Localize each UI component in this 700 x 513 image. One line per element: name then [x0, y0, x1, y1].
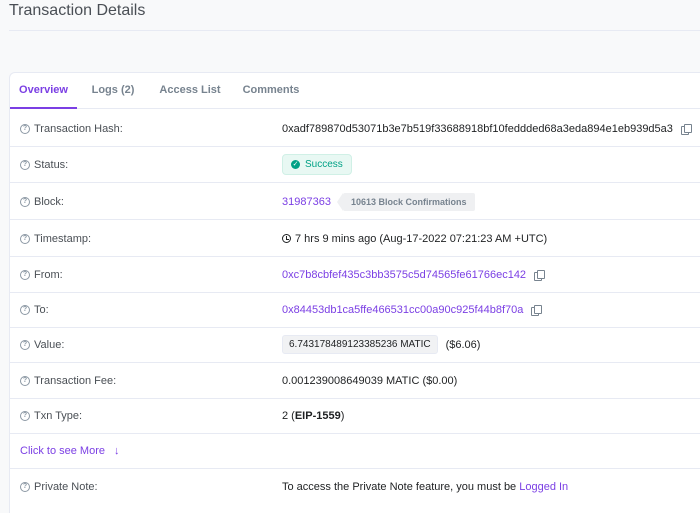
transaction-fee-value: 0.001239008649039 MATIC ($0.00) [282, 374, 458, 387]
transaction-hash-value: 0xadf789870d53071b3e7b519f33688918bf10fe… [282, 122, 673, 135]
value-usd: ($6.06) [445, 338, 481, 351]
help-icon[interactable]: ? [20, 304, 30, 315]
row-private-note: ? Private Note: To access the Private No… [10, 469, 700, 505]
title-divider [9, 30, 700, 31]
tab-bar: Overview Logs (2) Access List Comments [10, 73, 700, 109]
help-icon[interactable]: ? [20, 123, 30, 134]
help-icon[interactable]: ? [20, 196, 30, 207]
see-more-label: Click to see More [20, 444, 105, 457]
block-confirmations-badge: 10613 Block Confirmations [336, 192, 475, 211]
row-status: ? Status: ✓ Success [10, 147, 700, 183]
to-address-link[interactable]: 0x84453db1ca5ffe466531cc00a90c925f44b8f7… [282, 304, 523, 316]
from-address-link[interactable]: 0xc7b8cbfef435c3bb3575c5d74565fe61766ec1… [282, 269, 526, 281]
row-see-more: Click to see More ↓ [10, 433, 700, 469]
help-icon[interactable]: ? [20, 482, 30, 492]
help-icon[interactable]: ? [20, 269, 30, 280]
copy-icon[interactable] [534, 269, 546, 281]
row-label: Timestamp: [34, 232, 92, 245]
help-icon[interactable]: ? [20, 233, 30, 244]
row-block: ? Block: 31987363 10613 Block Confirmati… [10, 184, 700, 220]
row-label: To: [34, 303, 49, 316]
txn-type-prefix: 2 ( [282, 409, 295, 422]
status-text: Success [305, 159, 343, 170]
tab-comments[interactable]: Comments [239, 73, 303, 109]
row-label: Txn Type: [34, 409, 83, 422]
tab-logs[interactable]: Logs (2) [87, 73, 139, 109]
row-transaction-fee: ? Transaction Fee: 0.001239008649039 MAT… [10, 363, 700, 399]
row-label: Value: [34, 338, 65, 351]
status-badge: ✓ Success [282, 154, 352, 175]
row-label: Transaction Hash: [34, 122, 123, 135]
help-icon[interactable]: ? [20, 159, 30, 170]
row-label: From: [34, 268, 63, 281]
tab-overview[interactable]: Overview [10, 73, 77, 109]
row-transaction-hash: ? Transaction Hash: 0xadf789870d53071b3e… [10, 111, 700, 147]
help-icon[interactable]: ? [20, 339, 30, 350]
help-icon[interactable]: ? [20, 410, 30, 421]
row-value: ? Value: 6.743178489123385236 MATIC ($6.… [10, 327, 700, 363]
row-timestamp: ? Timestamp: 7 hrs 9 mins ago (Aug-17-20… [10, 221, 700, 257]
row-label: Private Note: [34, 481, 98, 493]
page-title: Transaction Details [9, 2, 146, 19]
check-circle-icon: ✓ [291, 160, 300, 169]
arrow-down-icon: ↓ [113, 444, 120, 457]
value-amount: 6.743178489123385236 MATIC [282, 335, 438, 354]
row-label: Block: [34, 195, 64, 208]
timestamp-value: 7 hrs 9 mins ago (Aug-17-2022 07:21:23 A… [295, 232, 548, 245]
copy-icon[interactable] [531, 304, 543, 316]
row-label: Status: [34, 158, 69, 171]
copy-icon[interactable] [680, 123, 692, 135]
txn-type-suffix: ) [340, 409, 345, 422]
block-number-link[interactable]: 31987363 [282, 196, 331, 208]
row-from: ? From: 0xc7b8cbfef435c3bb3575c5d74565fe… [10, 257, 700, 293]
clock-icon [282, 234, 291, 243]
see-more-link[interactable]: Click to see More ↓ [20, 433, 119, 468]
transaction-card: Overview Logs (2) Access List Comments ?… [9, 72, 700, 513]
row-to: ? To: 0x84453db1ca5ffe466531cc00a90c925f… [10, 292, 700, 328]
login-link[interactable]: Logged In [519, 481, 568, 493]
row-txn-type: ? Txn Type: 2 ( EIP-1559 ) [10, 398, 700, 434]
help-icon[interactable]: ? [20, 375, 30, 386]
txn-type-name: EIP-1559 [294, 409, 341, 422]
private-note-text: To access the Private Note feature, you … [282, 481, 520, 493]
row-label: Transaction Fee: [34, 374, 117, 387]
tab-access-list[interactable]: Access List [155, 73, 225, 109]
